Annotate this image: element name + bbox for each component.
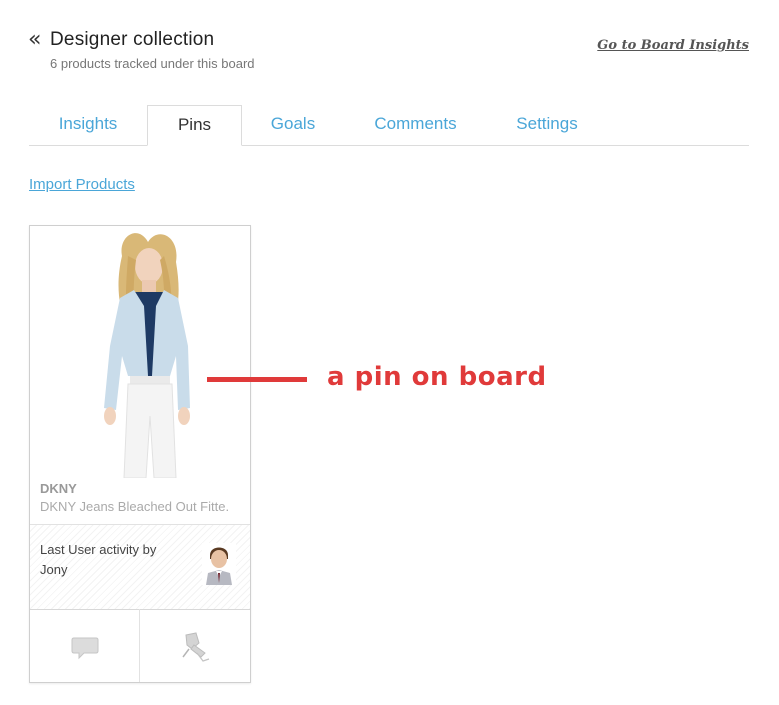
product-brand: DKNY [40,481,77,496]
last-activity-panel: Last User activity by Jony [30,524,250,610]
annotation-line [207,377,307,382]
page-subtitle: 6 products tracked under this board [50,56,255,71]
tab-pins[interactable]: Pins [147,105,242,146]
tab-comments[interactable]: Comments [344,105,487,145]
comment-icon [71,637,99,660]
activity-label: Last User activity by [40,542,157,557]
product-name[interactable]: DKNY Jeans Bleached Out Fitte. [40,499,245,514]
activity-user-name[interactable]: Jony [40,562,67,577]
tab-bar: Insights Pins Goals Comments Settings [29,105,749,146]
comment-button[interactable] [30,609,140,682]
annotation-label: a pin on board [327,362,547,392]
product-image[interactable] [30,226,250,478]
page-title: Designer collection [50,29,215,50]
tab-goals[interactable]: Goals [242,105,344,145]
board-insights-link[interactable]: Go to Board Insights [597,38,749,53]
pin-icon [182,632,210,662]
pin-button[interactable] [139,609,250,682]
user-avatar[interactable] [202,543,236,585]
back-chevron-icon[interactable]: « [28,29,41,51]
import-products-link[interactable]: Import Products [29,176,135,193]
pin-actions [30,609,250,682]
tab-settings[interactable]: Settings [487,105,607,145]
pin-card[interactable]: DKNY DKNY Jeans Bleached Out Fitte. Last… [29,225,251,683]
tab-insights[interactable]: Insights [29,105,147,145]
